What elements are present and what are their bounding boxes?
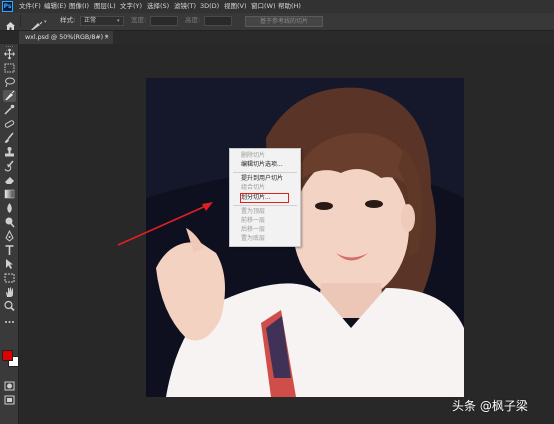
tools-panel <box>0 44 19 424</box>
screen-mode-icon[interactable] <box>3 394 16 406</box>
history-brush-icon[interactable] <box>3 160 16 172</box>
menu-3d[interactable]: 3D(D) <box>200 1 219 12</box>
zoom-icon[interactable] <box>3 300 16 312</box>
slice-icon[interactable] <box>3 90 16 102</box>
menu-item-bring-to-front[interactable]: 置为顶层 <box>241 208 265 216</box>
document-tab[interactable]: wxl.psd @ 50%(RGB/8#) * × <box>19 31 113 44</box>
divider <box>20 15 21 27</box>
document-tab-title: wxl.psd @ 50%(RGB/8#) * <box>25 34 109 41</box>
menu-separator <box>233 205 297 206</box>
menu-item-bring-forward[interactable]: 前移一层 <box>241 217 265 225</box>
close-tab-icon[interactable]: × <box>104 31 109 44</box>
photoshop-logo: Ps <box>2 1 13 12</box>
marquee-icon[interactable] <box>3 62 16 74</box>
move-icon[interactable] <box>3 48 16 60</box>
width-label: 宽度: <box>131 16 147 24</box>
style-label: 样式: <box>60 16 76 24</box>
type-icon[interactable] <box>3 244 16 256</box>
width-field[interactable] <box>150 16 178 26</box>
annotation-arrow-icon <box>117 202 213 246</box>
watermark: 头条 @枫子梁 <box>452 399 528 413</box>
menu-item-edit-slice-options[interactable]: 编辑切片选项... <box>241 161 283 169</box>
menu-layer[interactable]: 图层(L) <box>94 1 116 12</box>
menu-item-combine-slices[interactable]: 组合切片 <box>241 184 265 192</box>
hand-icon[interactable] <box>3 286 16 298</box>
dodge-icon[interactable] <box>3 216 16 228</box>
height-label: 高度: <box>185 16 201 24</box>
healing-icon[interactable] <box>3 118 16 130</box>
menu-separator <box>233 172 297 173</box>
chevron-down-icon[interactable]: ▾ <box>44 19 47 25</box>
menu-bar: Ps 文件(F) 编辑(E) 图像(I) 图层(L) 文字(Y) 选择(S) 滤… <box>0 0 554 13</box>
shape-icon[interactable] <box>3 272 16 284</box>
slice-tool-icon[interactable] <box>30 16 44 30</box>
menu-select[interactable]: 选择(S) <box>147 1 169 12</box>
slices-from-guides-button[interactable]: 基于参考线的切片 <box>245 16 323 27</box>
menu-edit[interactable]: 编辑(E) <box>44 1 66 12</box>
menu-item-promote-to-user-slice[interactable]: 提升到用户切片 <box>241 175 283 183</box>
menu-image[interactable]: 图像(I) <box>69 1 89 12</box>
height-field[interactable] <box>204 16 232 26</box>
brush-icon[interactable] <box>3 132 16 144</box>
chevron-down-icon: ▾ <box>117 18 120 24</box>
pen-icon[interactable] <box>3 230 16 242</box>
menu-item-send-to-back[interactable]: 置为底层 <box>241 235 265 243</box>
highlight-box <box>240 193 289 203</box>
foreground-color-swatch[interactable] <box>2 350 13 361</box>
color-swatches[interactable] <box>2 350 19 367</box>
blur-icon[interactable] <box>3 202 16 214</box>
eraser-icon[interactable] <box>3 174 16 186</box>
lasso-icon[interactable] <box>3 76 16 88</box>
menu-filter[interactable]: 滤镜(T) <box>174 1 196 12</box>
document-tab-strip: wxl.psd @ 50%(RGB/8#) * × <box>19 31 554 44</box>
options-bar: ▾ 样式: 正常 ▾ 宽度: 高度: 基于参考线的切片 <box>0 13 554 31</box>
style-value: 正常 <box>84 17 97 24</box>
menu-window[interactable]: 窗口(W) <box>251 1 276 12</box>
menu-view[interactable]: 视图(V) <box>224 1 247 12</box>
path-select-icon[interactable] <box>3 258 16 270</box>
menu-item-delete-slice[interactable]: 删除切片 <box>241 152 265 160</box>
style-select[interactable]: 正常 ▾ <box>80 16 124 26</box>
more-icon[interactable] <box>3 316 16 328</box>
menu-item-send-backward[interactable]: 后移一层 <box>241 226 265 234</box>
gradient-icon[interactable] <box>3 188 16 200</box>
quick-mask-icon[interactable] <box>3 380 16 392</box>
menu-help[interactable]: 帮助(H) <box>278 1 301 12</box>
stamp-icon[interactable] <box>3 146 16 158</box>
home-icon[interactable] <box>5 16 16 30</box>
menu-type[interactable]: 文字(Y) <box>120 1 142 12</box>
menu-file[interactable]: 文件(F) <box>19 1 41 12</box>
eyedropper-icon[interactable] <box>3 104 16 116</box>
